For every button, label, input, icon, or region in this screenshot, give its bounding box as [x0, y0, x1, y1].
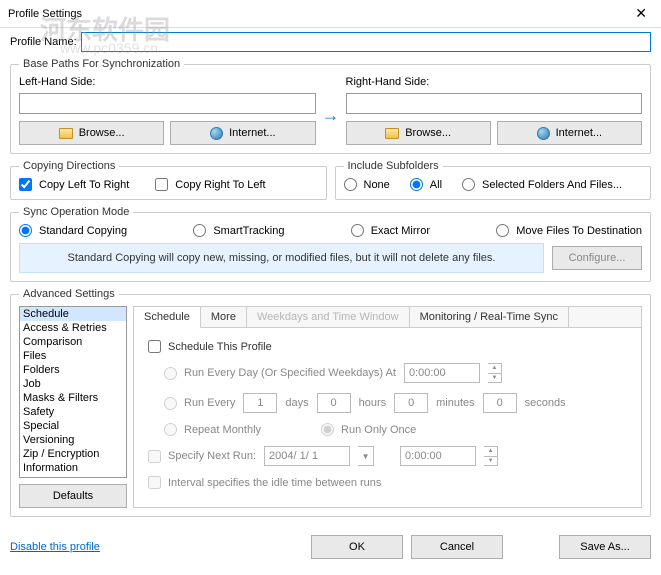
time-spinner-2[interactable]: ▲▼ [484, 446, 498, 466]
advanced-legend: Advanced Settings [19, 288, 119, 300]
list-item[interactable]: Comparison [20, 335, 126, 349]
list-item[interactable]: Special [20, 419, 126, 433]
list-item[interactable]: Job [20, 377, 126, 391]
right-side-label: Right-Hand Side: [346, 76, 643, 88]
base-paths-legend: Base Paths For Synchronization [19, 58, 184, 70]
window-title: Profile Settings [8, 8, 82, 20]
defaults-button[interactable]: Defaults [19, 484, 127, 508]
profile-name-label: Profile Name: [10, 36, 77, 48]
ok-button[interactable]: OK [311, 535, 403, 559]
subfolders-selected-radio[interactable]: Selected Folders And Files... [462, 178, 622, 191]
arrow-icon: → [322, 105, 340, 126]
copy-ltr-checkbox[interactable]: Copy Left To Right [19, 178, 129, 191]
days-field[interactable] [243, 393, 277, 413]
right-internet-button[interactable]: Internet... [497, 121, 642, 145]
run-every-day-radio[interactable]: Run Every Day (Or Specified Weekdays) At [164, 367, 396, 380]
right-path-input[interactable] [346, 93, 643, 114]
subfolders-none-radio[interactable]: None [344, 178, 390, 191]
titlebar: Profile Settings ✕ [0, 0, 661, 28]
sync-mode-legend: Sync Operation Mode [19, 206, 133, 218]
list-item[interactable]: Masks & Filters [20, 391, 126, 405]
sync-mode-hint: Standard Copying will copy new, missing,… [19, 243, 544, 273]
date-field[interactable]: 2004/ 1/ 1 [264, 446, 350, 466]
copying-directions-group: Copying Directions Copy Left To Right Co… [10, 160, 327, 200]
sync-mode-group: Sync Operation Mode Standard Copying Sma… [10, 206, 651, 282]
copy-rtl-checkbox[interactable]: Copy Right To Left [155, 178, 265, 191]
left-internet-button[interactable]: Internet... [170, 121, 315, 145]
left-browse-button[interactable]: Browse... [19, 121, 164, 145]
time-spinner-1[interactable]: ▲▼ [488, 363, 502, 383]
left-path-input[interactable] [19, 93, 316, 114]
specify-next-checkbox[interactable]: Specify Next Run: [148, 450, 256, 463]
base-paths-group: Base Paths For Synchronization Left-Hand… [10, 58, 651, 154]
save-as-button[interactable]: Save As... [559, 535, 651, 559]
repeat-monthly-radio[interactable]: Repeat Monthly [164, 423, 261, 436]
list-item[interactable]: Information [20, 461, 126, 475]
tabstrip: Schedule More Weekdays and Time Window M… [134, 307, 641, 328]
tab-schedule[interactable]: Schedule [134, 307, 201, 328]
tab-more[interactable]: More [201, 307, 247, 327]
idle-checkbox[interactable]: Interval specifies the idle time between… [148, 476, 627, 489]
copying-legend: Copying Directions [19, 160, 119, 172]
seconds-field[interactable] [483, 393, 517, 413]
list-item[interactable]: Access & Retries [20, 321, 126, 335]
globe-icon [537, 127, 550, 140]
date-dropdown-icon[interactable]: ▼ [358, 446, 374, 466]
cancel-button[interactable]: Cancel [411, 535, 503, 559]
list-item[interactable]: Files [20, 349, 126, 363]
run-once-radio[interactable]: Run Only Once [321, 423, 416, 436]
minutes-field[interactable] [394, 393, 428, 413]
list-item[interactable]: Folders [20, 363, 126, 377]
subfolders-legend: Include Subfolders [344, 160, 443, 172]
globe-icon [210, 127, 223, 140]
run-every-radio[interactable]: Run Every [164, 397, 235, 410]
hours-field[interactable] [317, 393, 351, 413]
time-field-1[interactable]: 0:00:00 [404, 363, 480, 383]
folder-icon [385, 128, 399, 139]
close-icon[interactable]: ✕ [629, 3, 653, 24]
configure-button[interactable]: Configure... [552, 246, 642, 270]
advanced-listbox[interactable]: ScheduleAccess & RetriesComparisonFilesF… [19, 306, 127, 478]
tab-weekdays[interactable]: Weekdays and Time Window [247, 307, 410, 327]
advanced-group: Advanced Settings ScheduleAccess & Retri… [10, 288, 651, 517]
left-side-label: Left-Hand Side: [19, 76, 316, 88]
right-browse-button[interactable]: Browse... [346, 121, 491, 145]
time-field-2[interactable]: 0:00:00 [400, 446, 476, 466]
folder-icon [59, 128, 73, 139]
list-item[interactable]: Versioning [20, 433, 126, 447]
list-item[interactable]: Zip / Encryption [20, 447, 126, 461]
mode-exact-radio[interactable]: Exact Mirror [351, 224, 430, 237]
tab-monitoring[interactable]: Monitoring / Real-Time Sync [410, 307, 569, 327]
disable-profile-link[interactable]: Disable this profile [10, 541, 100, 553]
schedule-enable-checkbox[interactable]: Schedule This Profile [148, 340, 627, 353]
list-item[interactable]: Schedule [20, 307, 126, 321]
mode-move-radio[interactable]: Move Files To Destination [496, 224, 642, 237]
mode-smart-radio[interactable]: SmartTracking [193, 224, 284, 237]
subfolders-all-radio[interactable]: All [410, 178, 442, 191]
mode-standard-radio[interactable]: Standard Copying [19, 224, 127, 237]
profile-name-input[interactable] [81, 32, 651, 52]
subfolders-group: Include Subfolders None All Selected Fol… [335, 160, 652, 200]
list-item[interactable]: Safety [20, 405, 126, 419]
